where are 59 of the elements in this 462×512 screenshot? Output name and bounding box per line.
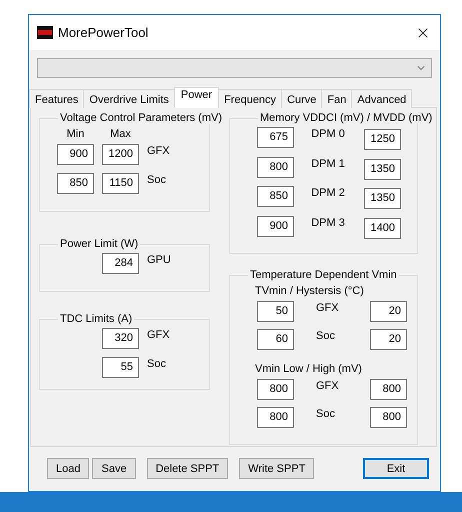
section-label: Vmin Low / High (mV) bbox=[255, 363, 363, 375]
tab[interactable]: Curve bbox=[281, 89, 322, 108]
tab[interactable]: Advanced bbox=[351, 89, 412, 108]
input-field[interactable]: 20 bbox=[370, 301, 407, 322]
field-label: DPM 1 bbox=[310, 156, 346, 170]
input-field[interactable]: 800 bbox=[257, 407, 294, 428]
input-field[interactable]: 800 bbox=[370, 407, 407, 428]
input-field[interactable]: 55 bbox=[102, 357, 139, 378]
app-logo-icon bbox=[37, 26, 53, 39]
input-field[interactable]: 320 bbox=[102, 328, 139, 349]
field-label: GFX bbox=[315, 301, 340, 314]
tab[interactable]: Features bbox=[29, 89, 84, 108]
input-field[interactable]: 675 bbox=[257, 127, 294, 148]
action-button[interactable]: Save bbox=[92, 458, 136, 479]
input-field[interactable]: 1400 bbox=[364, 218, 401, 238]
input-field[interactable]: 60 bbox=[257, 329, 294, 350]
input-field[interactable]: 1250 bbox=[364, 129, 401, 150]
action-button[interactable]: Write SPPT bbox=[239, 458, 314, 479]
field-label: Soc bbox=[315, 329, 336, 342]
field-label: DPM 2 bbox=[310, 186, 346, 199]
section-label: TVmin / Hystersis (°C) bbox=[255, 285, 365, 297]
input-field[interactable]: 1200 bbox=[102, 144, 139, 165]
group-title: Power Limit (W) bbox=[58, 238, 140, 250]
field-label: GFX bbox=[147, 328, 171, 341]
field-label: Soc bbox=[147, 173, 167, 186]
group-title: Memory VDDCI (mV) / MVDD (mV) bbox=[258, 112, 434, 124]
field-label: GFX bbox=[315, 379, 340, 392]
input-field[interactable]: 50 bbox=[257, 301, 294, 322]
input-field[interactable]: 1350 bbox=[364, 158, 401, 180]
column-header: Min bbox=[66, 128, 86, 140]
input-field[interactable]: 850 bbox=[257, 186, 294, 207]
input-field[interactable]: 800 bbox=[257, 379, 294, 400]
input-field[interactable]: 284 bbox=[102, 253, 139, 274]
field-label: DPM 3 bbox=[310, 216, 346, 228]
group-title: Voltage Control Parameters (mV) bbox=[58, 112, 224, 124]
action-button[interactable]: Exit bbox=[363, 458, 429, 479]
action-button[interactable]: Load bbox=[47, 458, 90, 479]
field-label: Soc bbox=[147, 357, 167, 370]
window-title: MorePowerTool bbox=[58, 25, 150, 40]
field-label: Soc bbox=[315, 407, 336, 420]
input-field[interactable]: 1150 bbox=[102, 173, 139, 194]
tab[interactable]: Power bbox=[174, 87, 220, 108]
input-field[interactable]: 1350 bbox=[364, 188, 401, 209]
tab[interactable]: Overdrive Limits bbox=[83, 89, 175, 108]
input-field[interactable]: 900 bbox=[257, 216, 294, 236]
input-field[interactable]: 20 bbox=[370, 329, 407, 350]
field-label: DPM 0 bbox=[310, 127, 346, 140]
tab[interactable]: Fan bbox=[321, 89, 352, 108]
input-field[interactable]: 900 bbox=[57, 144, 94, 165]
input-field[interactable]: 850 bbox=[57, 173, 94, 194]
field-label: GFX bbox=[147, 144, 171, 157]
input-field[interactable]: 800 bbox=[257, 156, 294, 178]
group-title: Temperature Dependent Vmin bbox=[248, 269, 399, 281]
tab[interactable]: Frequency bbox=[218, 89, 282, 108]
action-button[interactable]: Delete SPPT bbox=[146, 458, 228, 479]
field-label: GPU bbox=[147, 253, 172, 266]
group-title: TDC Limits (A) bbox=[58, 313, 134, 325]
input-field[interactable]: 800 bbox=[370, 379, 407, 400]
column-header: Max bbox=[109, 128, 132, 140]
